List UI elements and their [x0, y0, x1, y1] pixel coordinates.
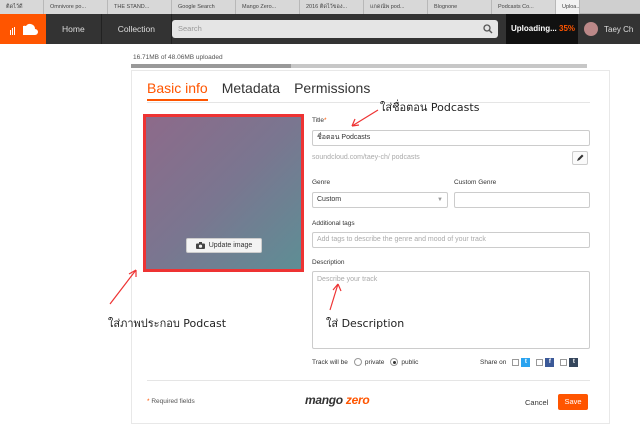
browser-tab[interactable]: THE STAND... [108, 0, 172, 14]
pencil-icon [577, 154, 584, 161]
cancel-button[interactable]: Cancel [525, 398, 548, 407]
nav-collection[interactable]: Collection [102, 14, 173, 44]
description-label: Description [312, 259, 345, 266]
artwork-annotation: ใส่ภาพประกอบ Podcast [108, 317, 227, 330]
avatar [584, 22, 598, 36]
title-label: Title* [312, 117, 327, 124]
user-menu[interactable]: Taey Ch [584, 14, 633, 44]
upload-percent: 35% [559, 24, 576, 33]
title-field[interactable]: ชื่อตอน Podcasts [312, 130, 590, 146]
twitter-icon: t [521, 358, 531, 367]
upload-label: Uploading... [511, 24, 557, 33]
tab-metadata[interactable]: Metadata [222, 80, 280, 101]
upload-status[interactable]: Uploading... 35% [506, 14, 578, 44]
custom-genre-field[interactable] [454, 192, 590, 208]
browser-tab[interactable]: แกดณ้พ pod... [364, 0, 428, 14]
track-will-be-label: Track will be [312, 358, 348, 366]
custom-genre-label: Custom Genre [454, 179, 497, 186]
private-label: private [364, 358, 385, 366]
upload-progress-fill [131, 64, 291, 68]
tab-permissions[interactable]: Permissions [294, 80, 370, 101]
username: Taey Ch [604, 24, 634, 34]
search-placeholder: Search [178, 24, 202, 33]
browser-tab[interactable]: 2016 ติดไว้ของ... [300, 0, 364, 14]
cloud-icon [10, 24, 38, 35]
genre-value: Custom [317, 196, 342, 203]
public-label: public [401, 358, 419, 366]
top-header: Home Collection Search Uploading... 35% … [0, 14, 640, 44]
upload-progress-bar [131, 64, 587, 68]
genre-select[interactable]: Custom ▼ [312, 192, 448, 208]
browser-tab-active[interactable]: Uploa... [556, 0, 580, 14]
twitter-checkbox[interactable] [512, 359, 520, 366]
save-button[interactable]: Save [558, 394, 588, 410]
nav-home[interactable]: Home [46, 14, 102, 44]
browser-tab[interactable]: Google Search [172, 0, 236, 14]
search-icon[interactable] [483, 24, 493, 34]
permalink-url: soundcloud.com/taey-ch/ podcasts [312, 154, 420, 161]
browser-tab[interactable]: Omnivore po... [44, 0, 108, 14]
camera-icon [195, 242, 205, 249]
form-tabs: Basic info Metadata Permissions [147, 80, 384, 101]
required-note: * Required fields [147, 398, 195, 405]
share-row: Share on t f t [480, 358, 579, 367]
soundcloud-logo[interactable] [0, 14, 46, 44]
private-radio[interactable] [353, 358, 362, 366]
update-image-label: Update image [208, 242, 253, 249]
update-image-button[interactable]: Update image [186, 238, 262, 253]
share-on-label: Share on [480, 359, 507, 366]
facebook-checkbox[interactable] [536, 359, 544, 366]
mangozero-watermark: mango zero [305, 393, 370, 407]
tab-basic-info[interactable]: Basic info [147, 80, 208, 101]
description-annotation: ใส่ Description [326, 317, 405, 330]
genre-label: Genre [312, 179, 331, 186]
public-radio[interactable] [390, 358, 399, 366]
browser-tab-strip: ติดไว้ดี Omnivore po... THE STAND... Goo… [0, 0, 640, 14]
chevron-down-icon: ▼ [437, 197, 443, 203]
edit-permalink-button[interactable] [572, 151, 588, 165]
privacy-row: Track will be private public [312, 358, 418, 366]
browser-tab[interactable]: ติดไว้ดี [0, 0, 44, 14]
browser-tab[interactable]: Mango Zero... [236, 0, 300, 14]
description-field[interactable]: Describe your track [312, 271, 590, 349]
tab-divider [147, 102, 590, 103]
facebook-icon: f [545, 358, 555, 367]
footer-divider [147, 380, 590, 381]
tumblr-checkbox[interactable] [560, 359, 568, 366]
browser-tab[interactable]: Blognone [428, 0, 492, 14]
tags-field[interactable]: Add tags to describe the genre and mood … [312, 232, 590, 248]
search-input[interactable]: Search [172, 20, 498, 38]
tumblr-icon: t [569, 358, 579, 367]
browser-tab[interactable]: Podcasts Co... [492, 0, 556, 14]
upload-progress-text: 16.71MB of 48.06MB uploaded [133, 54, 223, 61]
tags-label: Additional tags [312, 220, 355, 227]
title-annotation: ใส่ชื่อตอน Podcasts [380, 101, 480, 114]
